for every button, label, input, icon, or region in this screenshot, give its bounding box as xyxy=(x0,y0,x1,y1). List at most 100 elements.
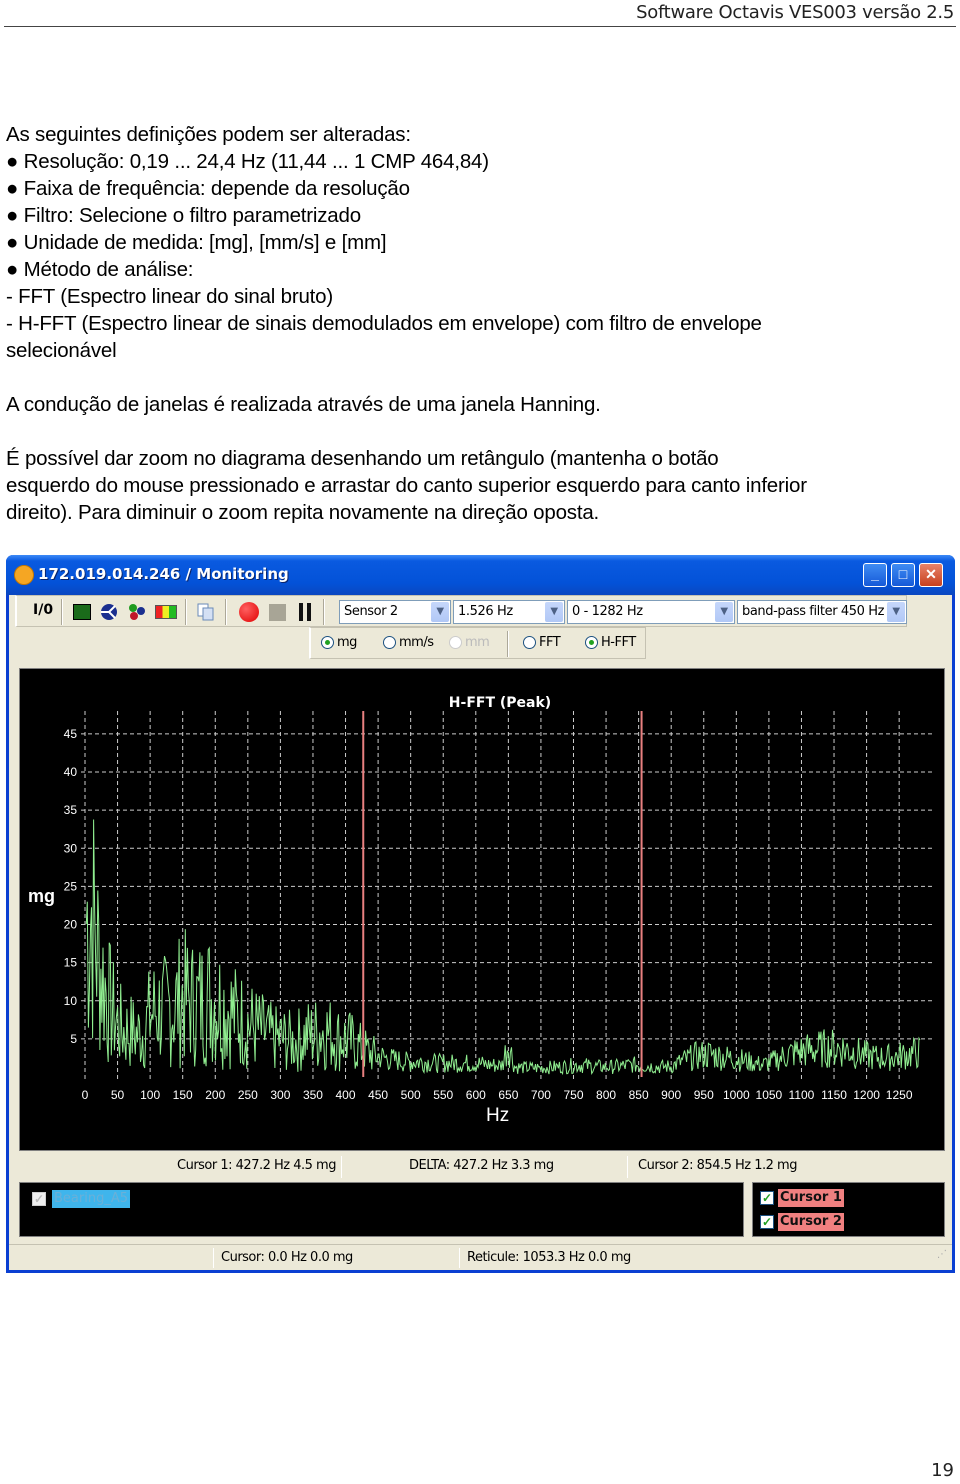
cursor-layer[interactable] xyxy=(362,711,643,1077)
toolbar-separator xyxy=(185,599,187,625)
cursor1-label[interactable]: Cursor 1 xyxy=(778,1189,844,1207)
header-divider xyxy=(4,26,956,27)
page-header: Software Octavis VES003 versão 2.5 xyxy=(636,2,954,23)
y-axis-label: mg xyxy=(28,886,55,906)
title-bar[interactable]: 172.019.014.246 / Monitoring _ □ ✕ xyxy=(6,555,955,595)
status-cursor: Cursor: 0.0 Hz 0.0 mg xyxy=(221,1250,353,1265)
toolbar: I/0 Sensor 2 ▼ 1.526 Hz ▼ 0 - 1282 Hz ▼ … xyxy=(15,595,907,627)
copy-icon[interactable] xyxy=(197,603,215,621)
unit-radio-mg[interactable]: mg xyxy=(321,635,357,650)
series-label[interactable]: Bearing_A5 xyxy=(52,1190,130,1208)
x-tick-label: 650 xyxy=(498,1088,518,1102)
stop-icon[interactable] xyxy=(269,604,286,621)
x-tick-label: 700 xyxy=(531,1088,551,1102)
cursor1-checkbox[interactable]: ✓ xyxy=(760,1191,774,1205)
spectrum-icon[interactable] xyxy=(73,604,91,620)
x-tick-label: 150 xyxy=(173,1088,193,1102)
chart-canvas[interactable]: 0 50 100 150 200 250 300 350 400 450 500 550 600 650 7… xyxy=(20,669,946,1152)
x-tick-label: 0 xyxy=(82,1088,89,1102)
method-radio-hfft[interactable]: H-FFT xyxy=(585,635,636,650)
radio-button xyxy=(449,636,462,649)
chevron-down-icon[interactable]: ▼ xyxy=(887,602,905,622)
maximize-button[interactable]: □ xyxy=(891,563,915,587)
y-tick-label: 15 xyxy=(64,956,78,970)
chevron-down-icon[interactable]: ▼ xyxy=(431,602,449,622)
y-tick-label: 45 xyxy=(64,727,78,741)
bullet-resolution: ● Resolução: 0,19 ... 24,4 Hz (11,44 ...… xyxy=(6,150,489,173)
cursor2-checkbox[interactable]: ✓ xyxy=(760,1215,774,1229)
chevron-down-icon[interactable]: ▼ xyxy=(715,602,733,622)
minimize-button[interactable]: _ xyxy=(863,563,887,587)
radio-button[interactable] xyxy=(383,636,396,649)
x-tick-label: 100 xyxy=(140,1088,160,1102)
chart-title: H-FFT (Peak) xyxy=(449,695,551,711)
x-tick-label: 550 xyxy=(433,1088,453,1102)
close-button[interactable]: ✕ xyxy=(919,563,943,587)
window-title: 172.019.014.246 / Monitoring xyxy=(38,565,289,583)
delta-readout: DELTA: 427.2 Hz 3.3 mg xyxy=(409,1158,554,1173)
x-tick-label: 800 xyxy=(596,1088,616,1102)
io-button[interactable]: I/0 xyxy=(33,602,53,622)
toolbar-separator xyxy=(61,599,63,625)
options-bar: mg mm/s mm FFT H-FFT xyxy=(309,627,646,659)
pause-icon[interactable] xyxy=(299,603,311,621)
radio-button[interactable] xyxy=(321,636,334,649)
resolution-value: 1.526 Hz xyxy=(458,604,513,619)
series-legend: ✓ Bearing_A5 xyxy=(19,1182,744,1237)
meter-icon[interactable] xyxy=(155,605,177,619)
bullet-method: ● Método de análise: xyxy=(6,258,194,281)
y-tick-label: 20 xyxy=(64,918,78,932)
app-icon xyxy=(14,565,34,585)
chevron-down-icon[interactable]: ▼ xyxy=(545,602,563,622)
intro-text: As seguintes definições podem ser altera… xyxy=(6,123,411,146)
method-hfft-cont: selecionável xyxy=(6,339,117,362)
x-tick-label: 500 xyxy=(401,1088,421,1102)
unit-radio-mms[interactable]: mm/s xyxy=(383,635,434,650)
x-tick-label: 850 xyxy=(629,1088,649,1102)
y-tick-label: 40 xyxy=(64,765,78,779)
method-hfft: - H-FFT (Espectro linear de sinais demod… xyxy=(6,312,762,335)
x-tick-label: 400 xyxy=(336,1088,356,1102)
cursor-info-separator xyxy=(627,1156,628,1178)
status-bar: Cursor: 0.0 Hz 0.0 mg Reticule: 1053.3 H… xyxy=(9,1244,952,1270)
objects-icon[interactable] xyxy=(127,603,147,621)
page-number: 19 xyxy=(931,1460,954,1481)
radio-button[interactable] xyxy=(523,636,536,649)
y-tick-label: 10 xyxy=(64,994,78,1008)
cursor2-label[interactable]: Cursor 2 xyxy=(778,1213,844,1231)
x-tick-label: 250 xyxy=(238,1088,258,1102)
status-separator xyxy=(459,1248,460,1268)
record-icon[interactable] xyxy=(239,602,259,622)
toolbar-separator xyxy=(323,599,325,625)
diagnostics-icon[interactable] xyxy=(99,603,119,621)
range-value: 0 - 1282 Hz xyxy=(572,604,643,619)
x-tick-label: 1050 xyxy=(756,1088,783,1102)
x-tick-label: 450 xyxy=(368,1088,388,1102)
x-tick-label: 1150 xyxy=(821,1088,847,1102)
zoom-text-3: direito). Para diminuir o zoom repita no… xyxy=(6,501,600,524)
x-tick-label: 50 xyxy=(111,1088,125,1102)
sensor-select[interactable]: Sensor 2 ▼ xyxy=(339,600,451,624)
x-tick-label: 200 xyxy=(205,1088,225,1102)
bullet-filter: ● Filtro: Selecione o filtro parametriza… xyxy=(6,204,361,227)
series-checkbox[interactable]: ✓ xyxy=(32,1192,46,1206)
status-separator xyxy=(213,1248,214,1268)
y-tick-label: 35 xyxy=(64,803,78,817)
cursor-info-separator xyxy=(341,1156,342,1178)
bullet-frequency-range: ● Faixa de frequência: depende da resolu… xyxy=(6,177,410,200)
x-tick-label: 750 xyxy=(563,1088,583,1102)
resolution-select[interactable]: 1.526 Hz ▼ xyxy=(453,600,565,624)
zoom-text-1: É possível dar zoom no diagrama desenhan… xyxy=(6,447,719,470)
filter-value: band-pass filter 450 Hz 5 xyxy=(742,604,896,619)
radio-button[interactable] xyxy=(585,636,598,649)
spectrum-chart[interactable]: 0 50 100 150 200 250 300 350 400 450 500 550 600 650 7… xyxy=(19,668,945,1151)
method-radio-fft[interactable]: FFT xyxy=(523,635,561,650)
monitoring-window: 172.019.014.246 / Monitoring _ □ ✕ I/0 S… xyxy=(6,555,955,1273)
grid xyxy=(81,711,932,1081)
filter-select[interactable]: band-pass filter 450 Hz 5 ▼ xyxy=(737,600,907,624)
x-axis-label: Hz xyxy=(486,1105,509,1126)
x-tick-label: 1000 xyxy=(723,1088,750,1102)
range-select[interactable]: 0 - 1282 Hz ▼ xyxy=(567,600,735,624)
method-fft: - FFT (Espectro linear do sinal bruto) xyxy=(6,285,333,308)
resize-grip-icon[interactable]: ⋰ xyxy=(937,1249,947,1260)
